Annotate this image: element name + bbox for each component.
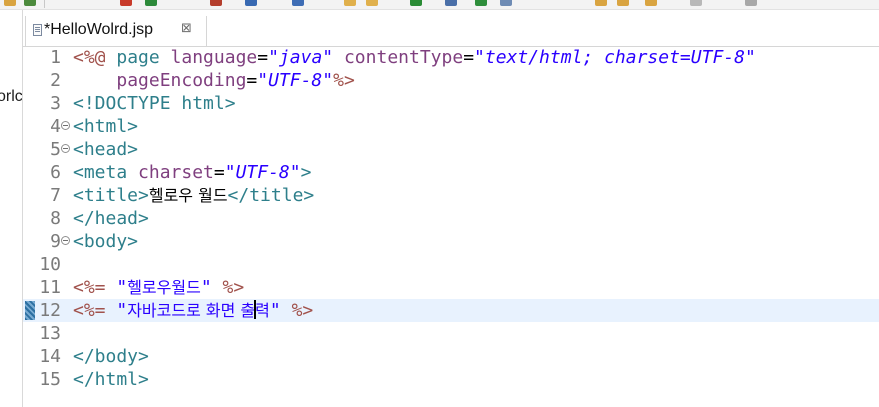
line-number: 8 bbox=[50, 208, 61, 229]
editor-tab-bar: *HelloWolrd.jsp ⊠ bbox=[23, 10, 879, 47]
toolbar-icon[interactable] bbox=[645, 0, 657, 6]
code-line: 4 <html> bbox=[23, 115, 879, 138]
fold-collapse-icon[interactable] bbox=[61, 144, 70, 153]
toolbar-icon[interactable] bbox=[690, 0, 702, 6]
code-text[interactable]: <%@ page language="java" contentType="te… bbox=[73, 46, 756, 69]
line-number: 2 bbox=[50, 70, 61, 91]
line-number: 11 bbox=[39, 277, 61, 298]
code-line: 8 </head> bbox=[23, 207, 879, 230]
code-text[interactable]: <%= "헬로우월드" %> bbox=[73, 276, 244, 299]
toolbar-icon[interactable] bbox=[617, 0, 629, 6]
toolbar-icon[interactable] bbox=[366, 0, 378, 6]
code-line: 11 <%= "헬로우월드" %> bbox=[23, 276, 879, 299]
code-editor: *HelloWolrd.jsp ⊠ 1 <%@ page language="j… bbox=[23, 10, 879, 407]
toolbar-icon[interactable] bbox=[595, 0, 607, 6]
editor-tab[interactable]: *HelloWolrd.jsp ⊠ bbox=[25, 16, 207, 46]
line-number: 7 bbox=[50, 185, 61, 206]
toolbar-icon[interactable] bbox=[745, 0, 757, 6]
code-line: 6 <meta charset="UTF-8"> bbox=[23, 161, 879, 184]
code-line: 10 bbox=[23, 253, 879, 276]
fold-collapse-icon[interactable] bbox=[61, 236, 70, 245]
close-icon[interactable]: ⊠ bbox=[181, 21, 192, 36]
fold-collapse-icon[interactable] bbox=[61, 121, 70, 130]
current-code-line: 12 <%= "자바코드로 화면 출력" %> bbox=[23, 299, 879, 322]
code-text[interactable]: <body> bbox=[73, 230, 138, 253]
line-number: 13 bbox=[39, 323, 61, 344]
line-number: 14 bbox=[39, 346, 61, 367]
toolbar-icon[interactable] bbox=[344, 0, 356, 6]
line-number: 1 bbox=[50, 47, 61, 68]
code-line: 14 </body> bbox=[23, 345, 879, 368]
main-toolbar bbox=[0, 0, 879, 10]
code-line: 15 </html> bbox=[23, 368, 879, 391]
code-text[interactable]: <%= "자바코드로 화면 출력" %> bbox=[73, 299, 313, 322]
code-line: 7 <title>헬로우 월드</title> bbox=[23, 184, 879, 207]
toolbar-icon[interactable] bbox=[120, 0, 132, 6]
code-text[interactable]: pageEncoding="UTF-8"%> bbox=[73, 69, 354, 92]
jsp-file-icon bbox=[33, 24, 42, 36]
project-label-fragment[interactable]: orlc bbox=[0, 88, 22, 106]
code-line: 1 <%@ page language="java" contentType="… bbox=[23, 46, 879, 69]
code-line: 3 <!DOCTYPE html> bbox=[23, 92, 879, 115]
line-number: 5 bbox=[50, 139, 61, 160]
toolbar-icon[interactable] bbox=[475, 0, 487, 6]
tab-title[interactable]: *HelloWolrd.jsp bbox=[44, 21, 153, 39]
code-text[interactable]: </body> bbox=[73, 345, 149, 368]
package-explorer-pane: orlc bbox=[0, 10, 23, 407]
code-text[interactable]: <html> bbox=[73, 115, 138, 138]
code-text[interactable]: </head> bbox=[73, 207, 149, 230]
code-text[interactable]: </html> bbox=[73, 368, 149, 391]
code-text[interactable]: <title>헬로우 월드</title> bbox=[73, 184, 314, 207]
line-number: 10 bbox=[39, 254, 61, 275]
toolbar-icon[interactable] bbox=[292, 0, 304, 6]
toolbar-icon[interactable] bbox=[210, 0, 222, 6]
toolbar-icon[interactable] bbox=[410, 0, 422, 6]
toolbar-separator bbox=[44, 0, 45, 8]
code-text[interactable]: <!DOCTYPE html> bbox=[73, 92, 236, 115]
code-line: 13 bbox=[23, 322, 879, 345]
toolbar-icon[interactable] bbox=[245, 0, 257, 6]
line-number: 3 bbox=[50, 93, 61, 114]
line-number: 6 bbox=[50, 162, 61, 183]
line-number: 12 bbox=[39, 300, 61, 321]
toolbar-icon[interactable] bbox=[24, 0, 36, 6]
toolbar-icon[interactable] bbox=[4, 0, 16, 6]
code-line: 5 <head> bbox=[23, 138, 879, 161]
code-line: 2 pageEncoding="UTF-8"%> bbox=[23, 69, 879, 92]
code-text[interactable]: <head> bbox=[73, 138, 138, 161]
code-area[interactable]: 1 <%@ page language="java" contentType="… bbox=[23, 46, 879, 407]
line-number: 4 bbox=[50, 116, 61, 137]
code-line: 9 <body> bbox=[23, 230, 879, 253]
toolbar-icon[interactable] bbox=[145, 0, 157, 6]
toolbar-icon[interactable] bbox=[445, 0, 457, 6]
line-number: 15 bbox=[39, 369, 61, 390]
line-number: 9 bbox=[50, 231, 61, 252]
code-text[interactable]: <meta charset="UTF-8"> bbox=[73, 161, 311, 184]
toolbar-icon[interactable] bbox=[500, 0, 512, 6]
